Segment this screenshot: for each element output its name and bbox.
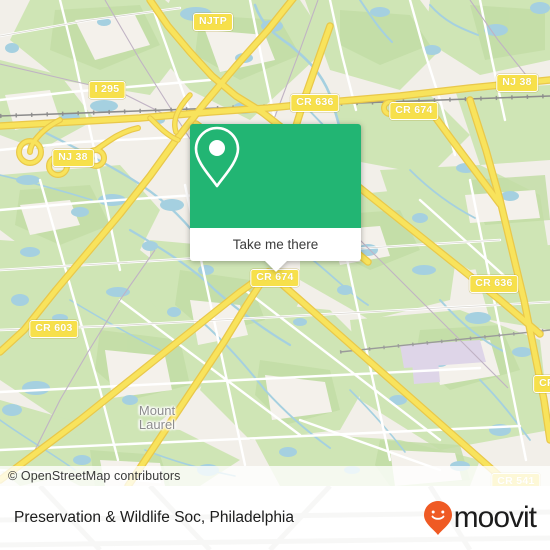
footer-bar: Preservation & Wildlife Soc, Philadelphi…: [0, 486, 550, 550]
road-shield: CR 603: [29, 320, 79, 338]
road-shield: CR 636: [290, 94, 340, 112]
popup-pointer: [264, 261, 287, 272]
road-shield: NJ 38: [496, 74, 538, 92]
moovit-logo: moovit: [423, 500, 537, 536]
map-attribution: © OpenStreetMap contributors: [0, 466, 550, 486]
map-canvas[interactable]: NJTP I 295 CR 636 CR 674 NJ 38 NJ 38 CR 674 CR …: [0, 0, 550, 486]
location-title: Preservation & Wildlife Soc, Philadelphi…: [14, 509, 294, 526]
location-popup[interactable]: Take me there: [190, 124, 361, 272]
road-shield: CR: [533, 375, 550, 393]
take-me-there-label: Take me there: [232, 237, 319, 252]
road-shield: CR 636: [469, 275, 519, 293]
map-pin-icon: [194, 126, 240, 188]
take-me-there-button[interactable]: Take me there: [190, 228, 361, 261]
map-screenshot: NJTP I 295 CR 636 CR 674 NJ 38 NJ 38 CR 674 CR …: [0, 0, 550, 550]
road-shield: CR 674: [389, 102, 439, 120]
road-shield: NJTP: [192, 13, 234, 31]
road-shield: I 295: [88, 81, 126, 99]
moovit-pin-smile-icon: [423, 501, 452, 535]
road-shield: NJ 38: [52, 149, 94, 167]
popup-image-area: [190, 124, 361, 228]
attribution-text: © OpenStreetMap contributors: [8, 469, 181, 483]
moovit-wordmark: moovit: [453, 501, 537, 534]
